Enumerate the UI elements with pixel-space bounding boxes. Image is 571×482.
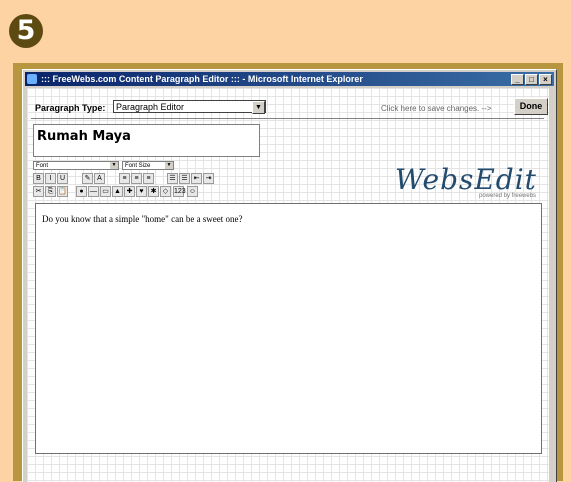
window-title: ::: FreeWebs.com Content Paragraph Edito…	[41, 74, 363, 84]
editor-text: Do you know that a simple "home" can be …	[42, 214, 243, 224]
logo-text: WebsEdit	[395, 163, 537, 196]
paragraph-type-label: Paragraph Type:	[35, 103, 106, 113]
ordered-list-button[interactable]: ☰	[167, 173, 178, 184]
maximize-button[interactable]: □	[525, 74, 538, 85]
copy-button[interactable]: ⎘	[45, 186, 56, 197]
highlight-button[interactable]: ✎	[82, 173, 93, 184]
counter-button[interactable]: 123	[173, 186, 186, 197]
paste-button[interactable]: 📋	[57, 186, 68, 197]
paragraph-type-select[interactable]: Paragraph Editor ▼	[113, 100, 266, 114]
align-left-button[interactable]: ≡	[119, 173, 130, 184]
flash-button[interactable]: ♥	[136, 186, 147, 197]
italic-button[interactable]: I	[45, 173, 56, 184]
smiley-button[interactable]: ☺	[187, 186, 198, 197]
paragraph-type-value: Paragraph Editor	[116, 102, 185, 112]
minimize-button[interactable]: _	[511, 74, 524, 85]
horizontal-rule-button[interactable]: —	[88, 186, 99, 197]
close-button[interactable]: ×	[539, 74, 552, 85]
text-color-button[interactable]: A	[94, 173, 105, 184]
content-editor-area[interactable]: Do you know that a simple "home" can be …	[35, 203, 542, 454]
editor-page: Paragraph Type: Paragraph Editor ▼ Click…	[27, 88, 549, 482]
font-select-value: Font	[36, 163, 49, 169]
ie-icon	[27, 74, 37, 84]
font-size-select[interactable]: Font Size ▼	[122, 161, 174, 170]
ie-window: ::: FreeWebs.com Content Paragraph Edito…	[22, 69, 557, 482]
chevron-down-icon[interactable]: ▼	[252, 101, 265, 114]
image-button[interactable]: ▲	[112, 186, 123, 197]
save-hint-text: Click here to save changes. -->	[381, 104, 492, 113]
window-titlebar[interactable]: ::: FreeWebs.com Content Paragraph Edito…	[25, 72, 554, 86]
chevron-down-icon: ▼	[110, 162, 118, 169]
cut-button[interactable]: ✂	[33, 186, 44, 197]
table-button[interactable]: ▭	[100, 186, 111, 197]
bold-button[interactable]: B	[33, 173, 44, 184]
top-bar: Paragraph Type: Paragraph Editor ▼ Click…	[31, 92, 548, 119]
websedit-logo: WebsEdit powered by freewebs	[395, 163, 543, 203]
font-select[interactable]: Font ▼	[33, 161, 119, 170]
indent-button[interactable]: ⇥	[203, 173, 214, 184]
link-button[interactable]: ●	[76, 186, 87, 197]
underline-button[interactable]: U	[57, 173, 68, 184]
outdent-button[interactable]: ⇤	[191, 173, 202, 184]
align-right-button[interactable]: ≡	[143, 173, 154, 184]
logo-tagline: powered by freewebs	[479, 193, 537, 199]
insert-picture-button[interactable]: ✚	[124, 186, 135, 197]
special-char-button[interactable]: ✱	[148, 186, 159, 197]
done-button[interactable]: Done	[514, 98, 548, 115]
align-center-button[interactable]: ≡	[131, 173, 142, 184]
paragraph-title-input[interactable]: Rumah Maya	[33, 124, 260, 157]
form-button[interactable]: ◇	[160, 186, 171, 197]
chevron-down-icon: ▼	[165, 162, 173, 169]
step-number-badge: 5	[9, 14, 43, 48]
font-size-select-value: Font Size	[125, 163, 151, 169]
unordered-list-button[interactable]: ☰	[179, 173, 190, 184]
